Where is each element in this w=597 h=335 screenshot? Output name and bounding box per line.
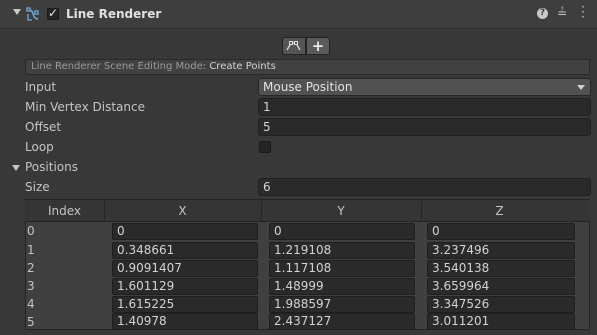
position-z-field[interactable]: 3.659964 (427, 278, 575, 295)
fold-arrow-icon[interactable] (13, 9, 21, 15)
row-index: 1 (27, 243, 35, 257)
position-x-field[interactable]: 0 (112, 223, 258, 240)
position-x-field[interactable]: 1.40978 (112, 313, 258, 330)
mode-value: Create Points (209, 61, 276, 72)
line-renderer-icon (26, 7, 39, 21)
position-z-field[interactable]: 3.237496 (427, 242, 575, 259)
create-points-button[interactable]: + (306, 37, 330, 55)
dropdown-arrow-icon (577, 85, 585, 90)
input-label: Input (25, 80, 57, 94)
loop-checkbox[interactable] (259, 141, 271, 153)
min-vertex-distance-label: Min Vertex Distance (25, 100, 145, 114)
help-icon[interactable]: ? (537, 8, 548, 19)
position-z-field[interactable]: 3.540138 (427, 260, 575, 277)
input-dropdown[interactable]: Mouse Position (258, 78, 591, 96)
loop-label: Loop (25, 140, 54, 154)
position-x-field[interactable]: 0.348661 (112, 242, 258, 259)
offset-label: Offset (25, 120, 62, 134)
more-icon[interactable]: · · · (580, 1, 586, 23)
row-index: 4 (27, 297, 35, 311)
header-x: X (178, 204, 187, 218)
size-field[interactable]: 6 (258, 178, 591, 196)
component-enabled-checkbox[interactable] (47, 6, 59, 20)
position-y-field[interactable]: 1.48999 (269, 278, 415, 295)
position-y-field[interactable]: 1.117108 (269, 260, 415, 277)
input-dropdown-value: Mouse Position (263, 80, 353, 94)
position-y-field[interactable]: 2.437127 (269, 313, 415, 330)
row-index: 5 (27, 315, 35, 329)
mode-label: Line Renderer Scene Editing Mode: (31, 61, 207, 72)
position-x-field[interactable]: 1.601129 (112, 278, 258, 295)
position-y-field[interactable]: 0 (269, 223, 415, 240)
position-z-field[interactable]: 0 (427, 223, 575, 240)
edit-points-button[interactable] (282, 37, 306, 55)
min-vertex-distance-field[interactable]: 1 (258, 98, 591, 116)
header-y: Y (337, 204, 345, 218)
row-index: 2 (27, 261, 35, 275)
edit-points-icon (286, 41, 301, 51)
scene-editing-mode-bar: Line Renderer Scene Editing Mode: Create… (25, 59, 590, 75)
header-z: Z (495, 204, 504, 218)
position-z-field[interactable]: 3.011201 (427, 313, 575, 330)
offset-field[interactable]: 5 (258, 118, 591, 136)
header-index: Index (47, 204, 82, 218)
positions-label[interactable]: Positions (25, 159, 78, 175)
presets-icon[interactable]: ≟ (557, 7, 569, 19)
position-x-field[interactable]: 1.615225 (112, 296, 258, 313)
position-x-field[interactable]: 0.9091407 (112, 260, 258, 277)
positions-fold-icon[interactable] (12, 165, 20, 171)
row-index: 3 (27, 279, 35, 293)
position-y-field[interactable]: 1.988597 (269, 296, 415, 313)
position-z-field[interactable]: 3.347526 (427, 296, 575, 313)
position-y-field[interactable]: 1.219108 (269, 242, 415, 259)
row-index: 0 (27, 224, 35, 238)
component-title: Line Renderer (66, 7, 162, 21)
size-label: Size (25, 180, 50, 194)
